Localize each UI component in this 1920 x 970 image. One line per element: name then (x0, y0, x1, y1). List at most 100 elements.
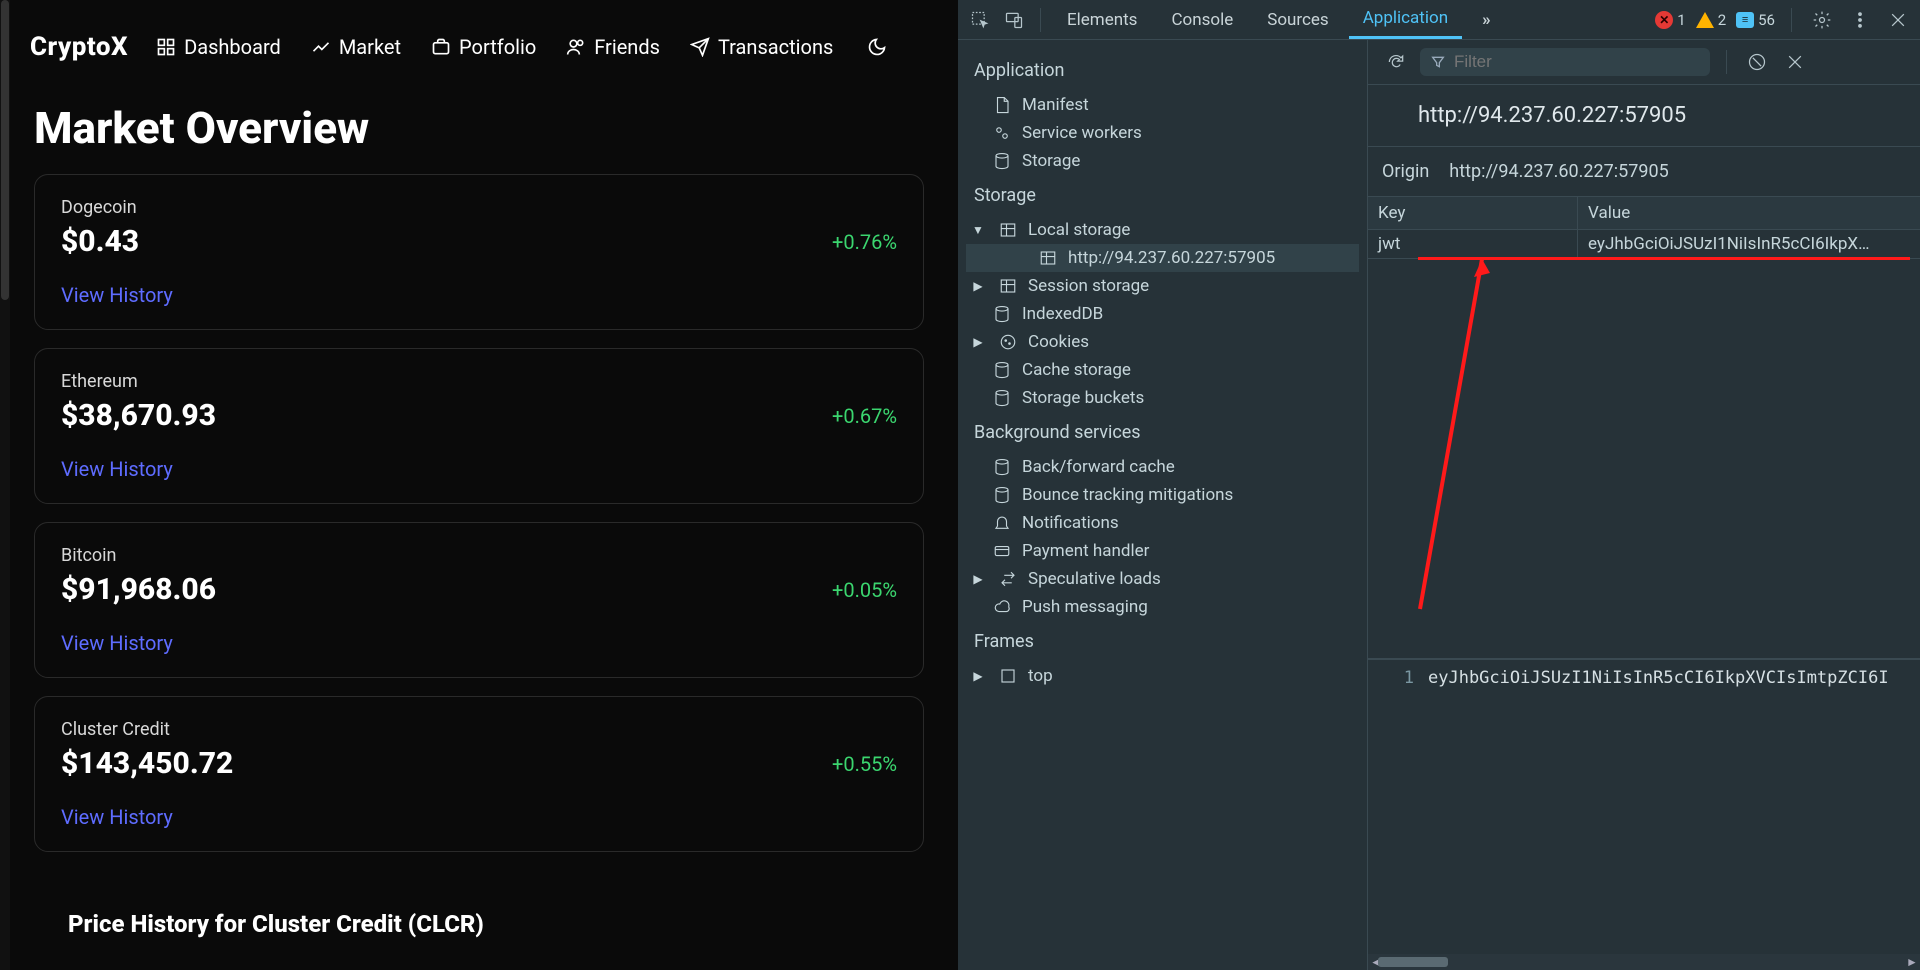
tree-item-indexeddb[interactable]: IndexedDB (966, 300, 1359, 328)
tree-item-cache-storage[interactable]: Cache storage (966, 356, 1359, 384)
separator (1040, 8, 1041, 32)
history-section-title: Price History for Cluster Credit (CLCR) (60, 892, 898, 938)
column-header-key[interactable]: Key (1368, 197, 1578, 230)
tree-item-speculative-loads[interactable]: ▶ Speculative loads (966, 565, 1359, 593)
inspect-element-icon[interactable] (966, 6, 994, 34)
tree-item-local-storage[interactable]: ▼ Local storage (966, 216, 1359, 244)
tree-item-manifest[interactable]: Manifest (966, 91, 1359, 119)
tree-item-cookies[interactable]: ▶ Cookies (966, 328, 1359, 356)
tree-item-service-workers[interactable]: Service workers (966, 119, 1359, 147)
nav-item-market[interactable]: Market (311, 35, 401, 59)
message-icon: ≡ (1736, 12, 1754, 28)
tree-label: http://94.237.60.227:57905 (1068, 248, 1275, 268)
tree-label: Service workers (1022, 123, 1142, 143)
tree-section-application: Application (966, 50, 1359, 91)
filter-input-wrap[interactable] (1420, 48, 1710, 76)
storage-value-cell[interactable]: eyJhbGciOiJSUzI1NiIsInR5cCI6IkpX… (1578, 230, 1920, 259)
tree-section-background-services: Background services (966, 412, 1359, 453)
tab-console[interactable]: Console (1157, 2, 1247, 38)
brand-logo[interactable]: CryptoX (30, 32, 128, 62)
annotation-arrow (1412, 259, 1492, 619)
chevron-right-icon: ▶ (972, 279, 984, 293)
bell-icon (992, 513, 1012, 533)
clear-all-icon[interactable] (1743, 48, 1771, 76)
tab-application[interactable]: Application (1349, 0, 1462, 39)
tree-label: Manifest (1022, 95, 1089, 115)
tree-item-bfcache[interactable]: Back/forward cache (966, 453, 1359, 481)
table-empty-area[interactable] (1368, 259, 1920, 659)
view-history-link[interactable]: View History (61, 631, 897, 655)
scroll-thumb[interactable] (1378, 957, 1448, 967)
tree-label: Cookies (1028, 332, 1089, 352)
nav-label: Dashboard (184, 35, 281, 59)
warning-count[interactable]: 2 (1696, 11, 1726, 29)
cloud-icon (992, 597, 1012, 617)
close-devtools-icon[interactable] (1884, 6, 1912, 34)
preview-content[interactable]: eyJhbGciOiJSUzI1NiIsInR5cCI6IkpXVCIsImtp… (1428, 668, 1920, 688)
coin-card: Ethereum $38,670.93 +0.67% View History (34, 348, 924, 504)
tree-section-frames: Frames (966, 621, 1359, 662)
coin-change: +0.05% (832, 578, 897, 602)
chevron-right-icon: ▶ (972, 572, 984, 586)
cryptox-app: CryptoX Dashboard Market (0, 0, 958, 970)
horizontal-scrollbar[interactable]: ◄ ► (1368, 954, 1920, 970)
tree-item-payment-handler[interactable]: Payment handler (966, 537, 1359, 565)
app-scrollbar-thumb[interactable] (1, 0, 9, 300)
nav-item-portfolio[interactable]: Portfolio (431, 35, 536, 59)
chart-icon (311, 37, 331, 57)
theme-toggle[interactable] (867, 37, 887, 57)
tree-item-bounce-tracking[interactable]: Bounce tracking mitigations (966, 481, 1359, 509)
tree-label: Storage (1022, 151, 1080, 171)
tab-elements[interactable]: Elements (1053, 2, 1151, 38)
app-scrollbar[interactable] (0, 0, 10, 970)
storage-key-cell[interactable]: jwt (1368, 230, 1578, 259)
origin-label: Origin (1382, 161, 1429, 182)
view-history-link[interactable]: View History (61, 457, 897, 481)
nav-label: Portfolio (459, 35, 536, 59)
settings-icon[interactable] (1808, 6, 1836, 34)
error-count[interactable]: ✕ 1 (1655, 11, 1685, 29)
nav-item-dashboard[interactable]: Dashboard (156, 35, 281, 59)
table-icon (998, 276, 1018, 296)
file-icon (992, 95, 1012, 115)
nav-item-transactions[interactable]: Transactions (690, 35, 833, 59)
tree-item-push-messaging[interactable]: Push messaging (966, 593, 1359, 621)
detail-toolbar (1368, 40, 1920, 85)
more-tabs-button[interactable]: » (1468, 2, 1505, 38)
origin-value: http://94.237.60.227:57905 (1449, 161, 1668, 182)
device-toggle-icon[interactable] (1000, 6, 1028, 34)
filter-input[interactable] (1454, 52, 1700, 72)
tree-label: Notifications (1022, 513, 1119, 533)
moon-icon (867, 37, 887, 57)
tab-sources[interactable]: Sources (1253, 2, 1342, 38)
scroll-right-arrow-icon[interactable]: ► (1904, 954, 1920, 970)
tree-item-storage-buckets[interactable]: Storage buckets (966, 384, 1359, 412)
tree-item-session-storage[interactable]: ▶ Session storage (966, 272, 1359, 300)
cookie-icon (998, 332, 1018, 352)
view-history-link[interactable]: View History (61, 283, 897, 307)
tree-label: Back/forward cache (1022, 457, 1175, 477)
devtools-body: Application Manifest Service workers Sto… (958, 40, 1920, 970)
view-history-link[interactable]: View History (61, 805, 897, 829)
tree-item-storage-overview[interactable]: Storage (966, 147, 1359, 175)
tree-item-local-storage-origin[interactable]: http://94.237.60.227:57905 (966, 244, 1359, 272)
grid-icon (156, 37, 176, 57)
database-icon (992, 485, 1012, 505)
delete-selected-icon[interactable] (1781, 48, 1809, 76)
database-icon (992, 388, 1012, 408)
market-cards: Dogecoin $0.43 +0.76% View History Ether… (0, 174, 958, 938)
tree-item-notifications[interactable]: Notifications (966, 509, 1359, 537)
refresh-icon[interactable] (1382, 48, 1410, 76)
nav-item-friends[interactable]: Friends (566, 35, 660, 59)
nav-label: Friends (594, 35, 660, 59)
chevron-right-icon: ▶ (972, 335, 984, 349)
message-count[interactable]: ≡ 56 (1736, 11, 1775, 29)
kebab-menu-icon[interactable] (1846, 6, 1874, 34)
price-history-card: Price History for Cluster Credit (CLCR) (34, 870, 924, 938)
application-sidebar[interactable]: Application Manifest Service workers Sto… (958, 40, 1368, 970)
storage-table[interactable]: Key Value jwt eyJhbGciOiJSUzI1NiIsInR5cC… (1368, 197, 1920, 659)
tree-item-top-frame[interactable]: ▶ top (966, 662, 1359, 690)
column-header-value[interactable]: Value (1578, 197, 1920, 230)
app-scroll-region[interactable]: CryptoX Dashboard Market (0, 0, 958, 970)
tree-label: Local storage (1028, 220, 1130, 240)
